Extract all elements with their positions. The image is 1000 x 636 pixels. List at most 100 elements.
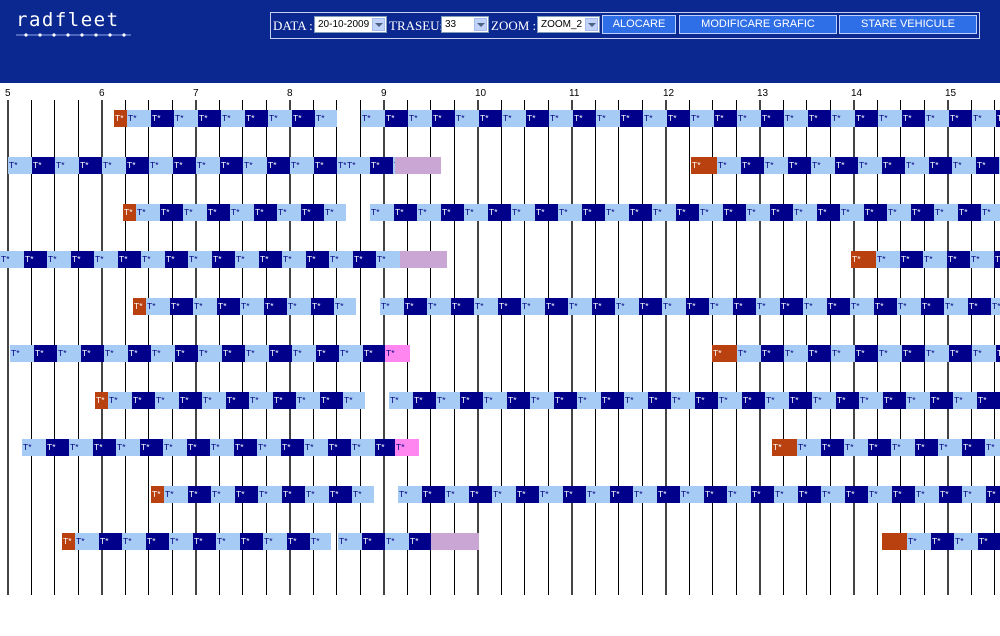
trip-block[interactable]: T*: [639, 298, 663, 315]
trip-block[interactable]: T*: [376, 251, 400, 268]
trip-block[interactable]: T*: [174, 110, 198, 127]
trip-block[interactable]: T*: [953, 392, 977, 409]
trip-block[interactable]: T*: [900, 251, 924, 268]
trip-block[interactable]: T*: [193, 298, 217, 315]
trip-block[interactable]: T*: [902, 345, 926, 362]
trip-block[interactable]: T*: [526, 110, 550, 127]
trip-start-block[interactable]: T*: [712, 345, 737, 362]
trip-block[interactable]: T*: [502, 110, 526, 127]
trip-block[interactable]: T*: [127, 110, 151, 127]
trip-block[interactable]: T*: [362, 533, 386, 550]
trip-block[interactable]: T*: [408, 110, 432, 127]
trip-block[interactable]: T*: [394, 204, 418, 221]
trip-block[interactable]: T*: [146, 298, 170, 315]
modificare-grafic-button[interactable]: MODIFICARE GRAFIC: [679, 15, 837, 34]
trip-block[interactable]: T*: [409, 533, 432, 550]
trip-block[interactable]: T*: [976, 157, 1000, 174]
trip-block[interactable]: T*: [986, 486, 1000, 503]
trip-block[interactable]: T*: [337, 157, 346, 174]
trip-block[interactable]: T*: [47, 251, 71, 268]
trip-start-block[interactable]: T*: [151, 486, 164, 503]
trip-block[interactable]: T*: [954, 533, 978, 550]
trip-block[interactable]: T*: [269, 345, 293, 362]
trip-block[interactable]: T*: [981, 204, 1000, 221]
trip-block[interactable]: T*: [676, 204, 700, 221]
trip-block[interactable]: T*: [102, 157, 126, 174]
trip-block[interactable]: T*: [947, 251, 971, 268]
trip-block[interactable]: T*: [605, 204, 629, 221]
trip-block[interactable]: T*: [413, 392, 437, 409]
trip-block[interactable]: T*: [915, 439, 939, 456]
trip-block[interactable]: T*: [906, 392, 930, 409]
trip-block[interactable]: T*: [479, 110, 503, 127]
trip-block[interactable]: T*: [370, 157, 394, 174]
trip-block[interactable]: T*: [907, 533, 931, 550]
trip-block[interactable]: T*: [163, 439, 187, 456]
trip-block[interactable]: T*: [808, 345, 832, 362]
trip-block[interactable]: T*: [188, 486, 212, 503]
trip-block[interactable]: T*: [329, 486, 353, 503]
trip-block[interactable]: T*: [930, 392, 954, 409]
trip-block[interactable]: T*: [249, 392, 273, 409]
trip-block[interactable]: T*: [530, 392, 554, 409]
trip-block[interactable]: T*: [723, 204, 747, 221]
trip-block[interactable]: T*: [320, 392, 344, 409]
trip-block[interactable]: T*: [151, 345, 175, 362]
trip-block[interactable]: T*: [93, 439, 117, 456]
trip-block[interactable]: T*: [353, 251, 377, 268]
trip-block[interactable]: T*: [633, 486, 657, 503]
trip-block[interactable]: T*: [292, 345, 316, 362]
trip-block[interactable]: T*: [727, 486, 751, 503]
trip-block[interactable]: T*: [558, 204, 582, 221]
trip-block[interactable]: T*: [507, 392, 531, 409]
trip-block[interactable]: T*: [94, 251, 118, 268]
trip-block[interactable]: T*: [911, 204, 935, 221]
date-select[interactable]: 20-10-2009: [314, 16, 387, 33]
trip-block[interactable]: T*: [774, 486, 798, 503]
trip-block[interactable]: T*: [0, 251, 24, 268]
trip-block[interactable]: T*: [210, 439, 234, 456]
trip-block[interactable]: T*: [652, 204, 676, 221]
trip-block[interactable]: T*: [938, 439, 962, 456]
trip-block[interactable]: T*: [855, 345, 879, 362]
trip-block[interactable]: T*: [836, 392, 860, 409]
break-block[interactable]: [400, 251, 447, 268]
trip-block[interactable]: T*: [568, 298, 592, 315]
trip-block[interactable]: T*: [183, 204, 207, 221]
trip-block[interactable]: T*: [624, 392, 648, 409]
trip-start-block[interactable]: [882, 533, 907, 550]
trip-block[interactable]: T*: [212, 251, 236, 268]
trip-block[interactable]: T*: [141, 251, 165, 268]
trip-block[interactable]: T*: [761, 110, 785, 127]
trip-block[interactable]: T*: [132, 392, 156, 409]
trip-block[interactable]: T*: [338, 533, 362, 550]
trip-block[interactable]: T*: [686, 298, 710, 315]
trip-block[interactable]: T*: [897, 298, 921, 315]
chevron-down-icon[interactable]: [474, 18, 487, 31]
trip-block[interactable]: T*: [812, 392, 836, 409]
trip-block[interactable]: T*: [601, 392, 625, 409]
break-block[interactable]: [395, 157, 441, 174]
trip-block[interactable]: T*: [173, 157, 197, 174]
trip-block[interactable]: T*: [282, 486, 306, 503]
trip-block[interactable]: T*: [469, 486, 493, 503]
trip-block[interactable]: T*: [733, 298, 757, 315]
trip-block[interactable]: T*: [798, 486, 822, 503]
trip-block[interactable]: T*: [662, 298, 686, 315]
trip-block[interactable]: T*: [878, 345, 902, 362]
trip-block[interactable]: T*: [991, 298, 1000, 315]
trip-start-block[interactable]: T*: [62, 533, 75, 550]
trip-block[interactable]: T*: [385, 110, 409, 127]
trip-block[interactable]: T*: [417, 204, 441, 221]
trip-block[interactable]: T*: [931, 533, 955, 550]
trip-block[interactable]: T*: [240, 298, 264, 315]
trip-block[interactable]: T*: [808, 110, 832, 127]
trip-block[interactable]: T*: [592, 298, 616, 315]
trip-block[interactable]: T*: [311, 298, 335, 315]
trip-block[interactable]: T*: [193, 533, 217, 550]
trip-block[interactable]: T*: [915, 486, 939, 503]
trip-block[interactable]: T*: [346, 157, 370, 174]
trip-block[interactable]: T*: [245, 345, 269, 362]
trip-block[interactable]: T*: [57, 345, 81, 362]
trip-block[interactable]: T*: [756, 298, 780, 315]
